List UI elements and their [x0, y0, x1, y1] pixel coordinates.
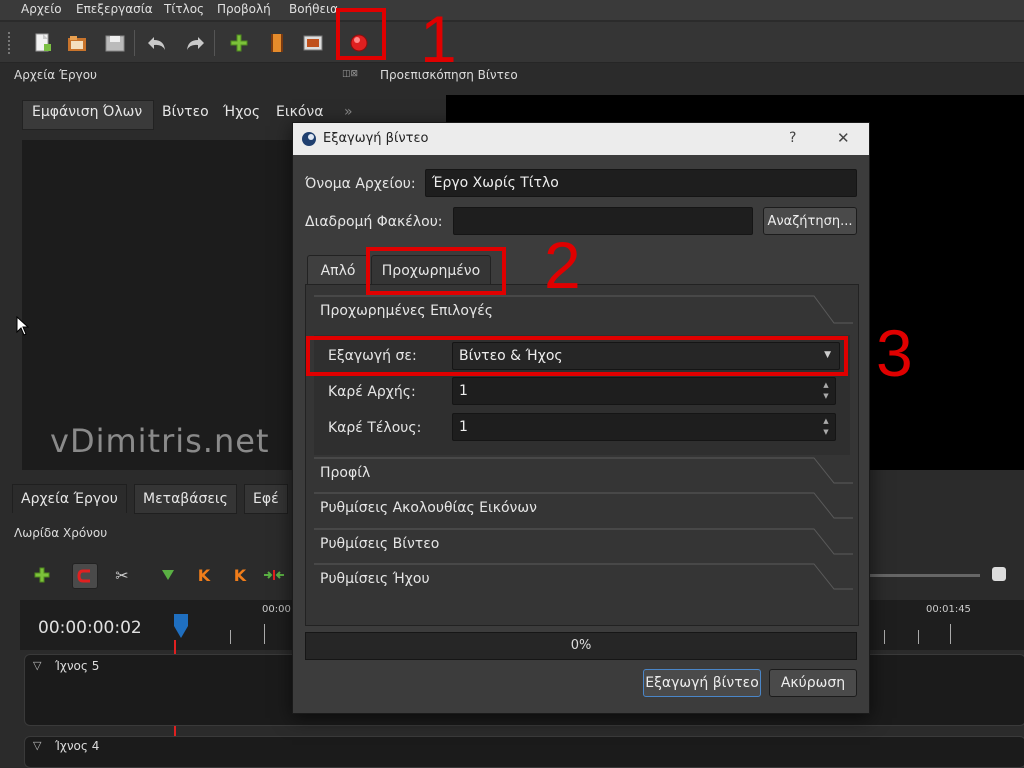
menu-edit[interactable]: Επεξεργασία — [76, 2, 153, 16]
folder-path-label: Διαδρομή Φακέλου: — [305, 214, 443, 230]
new-project-icon[interactable] — [30, 30, 56, 56]
playhead-icon[interactable] — [172, 614, 190, 640]
snapping-icon[interactable] — [72, 563, 98, 589]
export-progress-bar: 0% — [305, 632, 857, 660]
toolbar-separator — [134, 30, 135, 56]
start-frame-label: Καρέ Αρχής: — [328, 384, 416, 400]
filter-more-icon[interactable]: » — [344, 104, 353, 120]
fullscreen-icon[interactable] — [300, 30, 326, 56]
openshot-logo-icon — [302, 132, 316, 146]
filter-audio[interactable]: Ήχος — [223, 104, 260, 120]
folder-path-field[interactable] — [453, 207, 753, 235]
file-name-label: Όνομα Αρχείου: — [305, 176, 416, 192]
end-frame-label: Καρέ Τέλους: — [328, 420, 422, 436]
import-files-icon[interactable] — [226, 30, 252, 56]
annotation-number-1: 1 — [420, 2, 457, 76]
open-project-icon[interactable] — [64, 30, 90, 56]
save-project-icon[interactable] — [102, 30, 128, 56]
toolbar-separator — [214, 30, 215, 56]
track-collapse-icon[interactable]: ▽ — [33, 739, 41, 752]
tab-transitions[interactable]: Μεταβάσεις — [134, 484, 237, 514]
watermark: vDimitris.net — [50, 422, 270, 460]
tab-effects[interactable]: Εφέ — [244, 484, 288, 514]
ruler-tick — [230, 630, 231, 644]
dock-float-icon[interactable]: ◫⊠ — [342, 69, 358, 79]
next-marker-icon[interactable]: K — [228, 563, 252, 587]
menu-bar: Αρχείο Επεξεργασία Τίτλος Προβολή Βοήθει… — [0, 0, 1024, 20]
filter-video[interactable]: Βίντεο — [162, 104, 209, 120]
center-playhead-icon[interactable] — [262, 563, 286, 587]
project-files-title: Αρχεία Έργου — [14, 68, 97, 82]
spinbox-arrows-icon[interactable]: ▲ ▼ — [819, 380, 833, 402]
filter-all[interactable]: Εμφάνιση Όλων — [32, 104, 142, 120]
section-outline — [314, 295, 853, 324]
zoom-slider-track[interactable] — [866, 574, 980, 577]
export-video-button[interactable]: Εξαγωγή βίντεο — [643, 669, 761, 697]
annotation-box-2 — [366, 247, 506, 295]
ruler-tick — [918, 630, 919, 644]
add-marker-icon[interactable] — [156, 563, 180, 587]
annotation-number-2: 2 — [544, 228, 581, 302]
track[interactable]: ▽ Ίχνος 4 — [24, 736, 1024, 768]
menu-view[interactable]: Προβολή — [217, 2, 271, 16]
tab-simple[interactable]: Απλό — [307, 255, 369, 285]
help-icon[interactable]: ? — [789, 130, 796, 146]
file-name-field[interactable]: Έργο Χωρίς Τίτλο — [425, 169, 857, 197]
ruler-mark-label: 00:00 — [262, 604, 291, 615]
annotation-box-1 — [336, 8, 386, 60]
annotation-number-3: 3 — [876, 316, 913, 390]
end-frame-value: 1 — [459, 419, 468, 435]
track-collapse-icon[interactable]: ▽ — [33, 659, 41, 672]
annotation-box-3 — [306, 336, 848, 376]
start-frame-field[interactable]: 1 ▲ ▼ — [452, 377, 836, 405]
cancel-button[interactable]: Ακύρωση — [769, 669, 857, 697]
browse-button[interactable]: Αναζήτηση... — [763, 207, 857, 235]
ruler-mark-label: 00:01:45 — [926, 604, 971, 615]
main-toolbar — [0, 22, 1024, 63]
section-outline — [314, 563, 853, 590]
section-outline — [314, 492, 853, 519]
progress-label: 0% — [570, 638, 592, 653]
previous-marker-icon[interactable]: K — [192, 563, 216, 587]
dialog-title: Εξαγωγή βίντεο — [323, 131, 429, 146]
mouse-cursor-icon — [16, 316, 30, 336]
menu-title[interactable]: Τίτλος — [164, 2, 204, 16]
menu-help[interactable]: Βοήθεια — [289, 2, 338, 16]
ruler-tick — [950, 624, 951, 644]
filter-image[interactable]: Εικόνα — [276, 104, 323, 120]
tab-project-files[interactable]: Αρχεία Έργου — [12, 484, 127, 513]
start-frame-value: 1 — [459, 383, 468, 399]
close-icon[interactable]: ✕ — [837, 129, 850, 147]
end-frame-field[interactable]: 1 ▲ ▼ — [452, 413, 836, 441]
undo-icon[interactable] — [144, 30, 170, 56]
ruler-tick — [264, 624, 265, 644]
export-video-dialog: Εξαγωγή βίντεο ? ✕ Όνομα Αρχείου: Έργο Χ… — [292, 122, 870, 714]
razor-icon[interactable]: ✂ — [110, 563, 134, 587]
menu-file[interactable]: Αρχείο — [21, 2, 62, 16]
section-outline — [314, 457, 853, 484]
zoom-slider-handle[interactable] — [992, 567, 1006, 581]
add-track-icon[interactable] — [30, 563, 54, 587]
toolbar-grip[interactable] — [8, 32, 14, 54]
redo-icon[interactable] — [182, 30, 208, 56]
ruler-tick — [884, 630, 885, 644]
section-outline — [314, 528, 853, 555]
dialog-titlebar[interactable]: Εξαγωγή βίντεο ? ✕ — [293, 123, 869, 155]
choose-profile-icon[interactable] — [264, 30, 290, 56]
spinbox-arrows-icon[interactable]: ▲ ▼ — [819, 416, 833, 438]
timeline-title: Λωρίδα Χρόνου — [14, 526, 108, 540]
track-name: Ίχνος 5 — [55, 659, 100, 673]
timecode: 00:00:00:02 — [38, 618, 142, 638]
